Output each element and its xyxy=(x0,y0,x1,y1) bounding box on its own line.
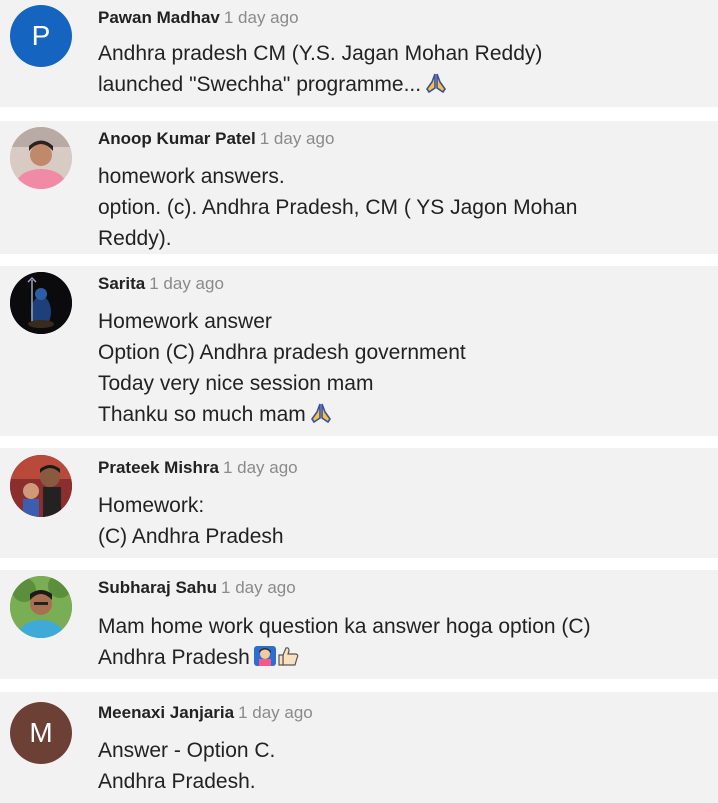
timestamp[interactable]: 1 day ago xyxy=(223,458,298,477)
avatar[interactable] xyxy=(10,127,72,189)
comment-header: Subharaj Sahu 1 day ago xyxy=(98,578,296,598)
author-name[interactable]: Subharaj Sahu xyxy=(98,578,217,597)
comment-header: Prateek Mishra 1 day ago xyxy=(98,458,298,478)
timestamp[interactable]: 1 day ago xyxy=(260,129,335,148)
timestamp[interactable]: 1 day ago xyxy=(149,274,224,293)
comment-line: homework answers. xyxy=(98,165,285,188)
comment-item: M Meenaxi Janjaria 1 day ago Answer - Opt… xyxy=(0,692,718,803)
comment-line: Thanku so much mam xyxy=(98,403,306,426)
comment-line: Option (C) Andhra pradesh government xyxy=(98,341,466,364)
comment-text: Homework answer Option (C) Andhra prades… xyxy=(98,306,698,433)
comment-line-with-emoji: Andhra Pradesh xyxy=(98,642,698,676)
raising-hand-thumbs-up-icon xyxy=(253,645,303,676)
author-name[interactable]: Prateek Mishra xyxy=(98,458,219,477)
author-name[interactable]: Sarita xyxy=(98,274,145,293)
avatar[interactable]: M xyxy=(10,702,72,764)
comment-text: Mam home work question ka answer hoga op… xyxy=(98,611,698,676)
avatar[interactable] xyxy=(10,455,72,517)
comment-line: option. (c). Andhra Pradesh, CM ( YS Jag… xyxy=(98,196,578,219)
comment-line-with-emoji: Thanku so much mam xyxy=(98,399,698,433)
avatar[interactable] xyxy=(10,272,72,334)
comment-header: Sarita 1 day ago xyxy=(98,274,224,294)
timestamp[interactable]: 1 day ago xyxy=(238,703,313,722)
comment-text: Answer - Option C. Andhra Pradesh. xyxy=(98,735,698,797)
comment-line: Homework answer xyxy=(98,310,272,333)
comment-line: Homework: xyxy=(98,494,205,517)
comment-line: Reddy). xyxy=(98,227,172,250)
comment-item: Anoop Kumar Patel 1 day ago homework answ… xyxy=(0,121,718,254)
folded-hands-icon xyxy=(309,402,333,433)
comment-header: Pawan Madhav 1 day ago xyxy=(98,8,299,28)
comment-line: (C) Andhra Pradesh xyxy=(98,525,284,548)
comment-item: Sarita 1 day ago Homework answer Option (… xyxy=(0,266,718,436)
comment-line: Today very nice session mam xyxy=(98,372,374,395)
comment-line: Answer - Option C. xyxy=(98,739,276,762)
comment-header: Meenaxi Janjaria 1 day ago xyxy=(98,703,313,723)
comment-line: Andhra Pradesh. xyxy=(98,770,256,793)
comment-item: Prateek Mishra 1 day ago Homework: (C) An… xyxy=(0,448,718,558)
comment-line: launched "Swechha" programme... xyxy=(98,73,422,96)
comment-line-with-emoji: launched "Swechha" programme... xyxy=(98,69,698,103)
avatar[interactable]: P xyxy=(10,5,72,67)
timestamp[interactable]: 1 day ago xyxy=(221,578,296,597)
avatar[interactable] xyxy=(10,576,72,638)
comment-item: P Pawan Madhav 1 day ago Andhra pradesh C… xyxy=(0,0,718,107)
comment-feed: P Pawan Madhav 1 day ago Andhra pradesh C… xyxy=(0,0,718,803)
comment-text: homework answers. option. (c). Andhra Pr… xyxy=(98,161,698,254)
author-name[interactable]: Meenaxi Janjaria xyxy=(98,703,234,722)
timestamp[interactable]: 1 day ago xyxy=(224,8,299,27)
avatar-letter: M xyxy=(29,717,53,748)
comment-item: Subharaj Sahu 1 day ago Mam home work que… xyxy=(0,570,718,679)
author-name[interactable]: Pawan Madhav xyxy=(98,8,220,27)
comment-line: Mam home work question ka answer hoga op… xyxy=(98,615,591,638)
comment-line: Andhra Pradesh xyxy=(98,646,250,669)
comment-line: Andhra pradesh CM (Y.S. Jagan Mohan Redd… xyxy=(98,42,543,65)
comment-header: Anoop Kumar Patel 1 day ago xyxy=(98,129,334,149)
folded-hands-icon xyxy=(424,72,448,103)
comment-text: Andhra pradesh CM (Y.S. Jagan Mohan Redd… xyxy=(98,38,698,103)
avatar-letter: P xyxy=(31,20,51,51)
comment-text: Homework: (C) Andhra Pradesh xyxy=(98,490,698,552)
author-name[interactable]: Anoop Kumar Patel xyxy=(98,129,256,148)
